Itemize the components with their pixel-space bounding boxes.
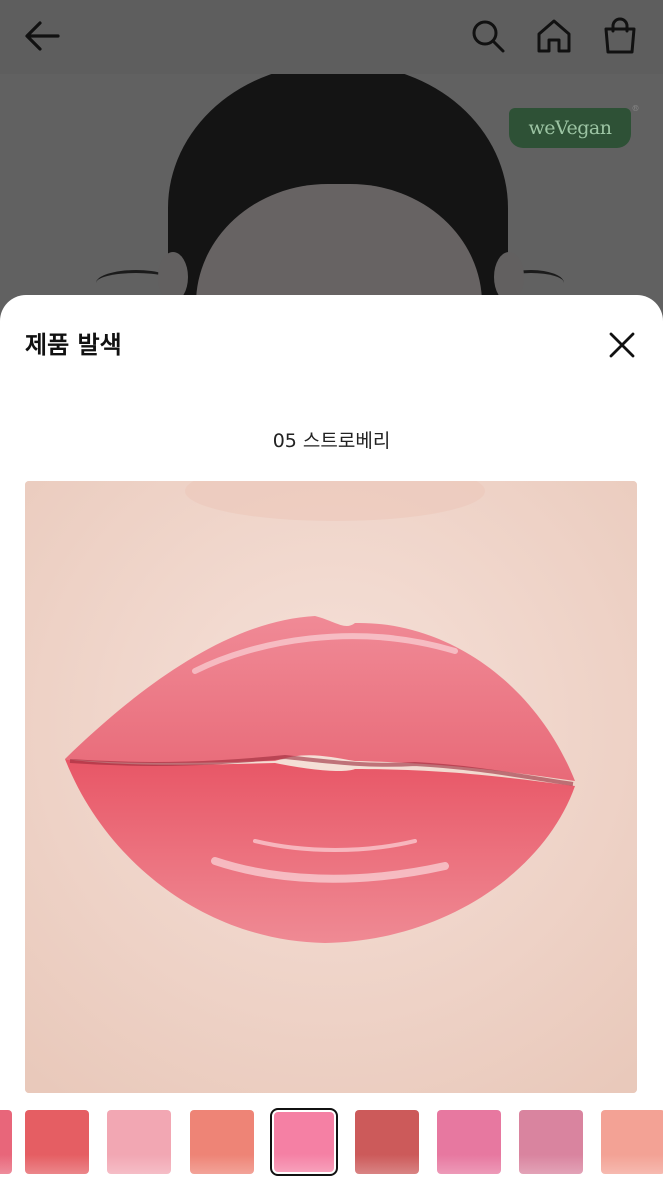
shade-chip[interactable] bbox=[519, 1110, 583, 1174]
shade-chip[interactable] bbox=[190, 1110, 254, 1174]
lip-swatch-photo bbox=[25, 481, 637, 1093]
back-button[interactable] bbox=[20, 14, 64, 58]
search-button[interactable] bbox=[466, 14, 510, 58]
back-arrow-icon bbox=[25, 21, 60, 51]
registered-mark: ® bbox=[631, 104, 640, 113]
vegan-badge-logo: weVegan ® bbox=[509, 104, 639, 148]
lip-swatch-illustration bbox=[25, 481, 637, 1093]
shade-chip[interactable] bbox=[437, 1110, 501, 1174]
shopping-bag-icon bbox=[604, 17, 636, 54]
vegan-badge-text: weVegan bbox=[528, 117, 612, 139]
home-icon bbox=[537, 19, 571, 53]
home-button[interactable] bbox=[532, 14, 576, 58]
sheet-title: 제품 발색 bbox=[25, 331, 122, 359]
shade-name: 05 스트로베리 bbox=[272, 430, 391, 452]
shade-chip-list bbox=[0, 1108, 663, 1176]
color-swatch-sheet: 제품 발색 05 스트로베리 bbox=[0, 295, 663, 1200]
cart-button[interactable] bbox=[598, 14, 642, 58]
shade-chip[interactable] bbox=[355, 1110, 419, 1174]
app-bar bbox=[0, 0, 663, 74]
shade-chip[interactable] bbox=[107, 1110, 171, 1174]
shade-chip[interactable] bbox=[270, 1108, 338, 1176]
shade-chip[interactable] bbox=[25, 1110, 89, 1174]
close-icon bbox=[609, 332, 635, 358]
shade-chip[interactable] bbox=[601, 1110, 663, 1174]
shade-chip[interactable] bbox=[0, 1110, 12, 1174]
search-icon bbox=[472, 20, 505, 53]
close-button[interactable] bbox=[600, 323, 644, 367]
